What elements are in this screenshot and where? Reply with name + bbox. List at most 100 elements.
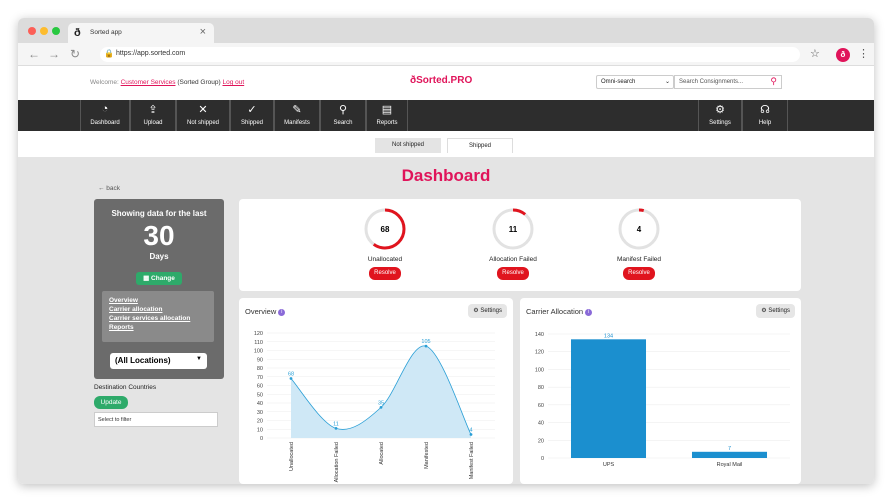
- data-point: [469, 433, 473, 436]
- nav-label: Search: [333, 120, 353, 126]
- link-carrier-allocation[interactable]: Carrier allocation: [109, 305, 207, 314]
- tab-not-shipped[interactable]: Not shipped: [375, 138, 441, 153]
- search-consignments-input[interactable]: Search Consignments... ⚲: [674, 75, 782, 89]
- section-links: Overview Carrier allocation Carrier serv…: [102, 291, 214, 342]
- maximize-window-button[interactable]: [52, 27, 60, 35]
- nav-item-upload[interactable]: ⇪ Upload: [130, 100, 176, 131]
- y-tick-label: 120: [254, 331, 263, 337]
- main-nav: ◔ Dashboard ⇪ Upload ✕ Not shipped ✓ Shipped ✎ Ma…: [18, 100, 874, 131]
- sorted-logo-icon: ð: [74, 27, 81, 39]
- omni-search-select[interactable]: Omni-search ⌄: [596, 75, 674, 89]
- nav-item-help[interactable]: ☊ Help: [742, 100, 788, 131]
- change-button[interactable]: ▦ Change: [136, 272, 182, 285]
- bookmark-star-icon[interactable]: ☆: [810, 47, 820, 60]
- url-text: https://app.sorted.com: [116, 50, 186, 57]
- x-tick-label: Manifested: [424, 442, 430, 469]
- user-link[interactable]: Customer Services: [121, 79, 176, 86]
- nav-label: Settings: [709, 120, 731, 126]
- carrier-allocation-card: Carrier Allocation i ⚙ Settings 0 20 40 60 8…: [520, 298, 801, 484]
- data-point: [334, 426, 338, 430]
- y-tick-label: 80: [257, 366, 263, 372]
- nav-label: Not shipped: [186, 120, 220, 126]
- reports-icon: ▤: [381, 104, 393, 116]
- search-icon[interactable]: ⚲: [770, 76, 777, 87]
- x-tick-label: UPS: [603, 462, 615, 468]
- tab-shipped[interactable]: Shipped: [447, 138, 513, 153]
- area-fill: [291, 345, 471, 438]
- days-unit: Days: [149, 252, 169, 261]
- close-window-button[interactable]: [28, 27, 36, 35]
- x-tick-label: Manifest Failed: [469, 442, 475, 479]
- select-caret-icon: ▼: [196, 356, 202, 362]
- nav-item-settings[interactable]: ⚙ Settings: [698, 100, 742, 131]
- nav-item-reports[interactable]: ▤ Reports: [366, 100, 408, 131]
- y-tick-label: 90: [257, 357, 263, 363]
- logo-text: Sorted.PRO: [416, 75, 473, 86]
- stat-value: 11: [509, 225, 518, 234]
- x-icon: ✕: [198, 104, 208, 116]
- nav-item-manifests[interactable]: ✎ Manifests: [274, 100, 320, 131]
- back-arrow-icon[interactable]: ←: [28, 47, 40, 61]
- destination-countries-label: Destination Countries: [94, 384, 157, 391]
- back-link[interactable]: ← back: [98, 185, 120, 192]
- calendar-icon: ▦: [143, 275, 152, 282]
- y-tick-label: 60: [538, 403, 544, 409]
- stat-label: Unallocated: [367, 256, 403, 263]
- y-tick-label: 110: [254, 340, 263, 346]
- check-icon: ✓: [247, 104, 257, 116]
- url-input[interactable]: 🔒 https://app.sorted.com: [100, 47, 800, 62]
- y-tick-label: 70: [257, 375, 263, 381]
- address-bar-row: ← → ↻ 🔒 https://app.sorted.com ☆ ð ⋮: [18, 43, 874, 66]
- overview-chart: 0 10 20 30 40 50 60 70 80 90 100 110 120 68 Unallocate…: [254, 331, 495, 482]
- nav-item-not-shipped[interactable]: ✕ Not shipped: [176, 100, 230, 131]
- reload-icon[interactable]: ↻: [70, 47, 80, 61]
- showing-data-heading: Showing data for the last: [111, 209, 207, 218]
- y-tick-label: 40: [538, 421, 544, 427]
- logout-link[interactable]: Log out: [222, 79, 244, 86]
- sorted-pro-logo[interactable]: ðSorted.PRO: [410, 75, 472, 86]
- lock-icon: 🔒: [104, 49, 114, 58]
- subtabs: Not shipped Shipped: [18, 131, 874, 157]
- nav-item-dashboard[interactable]: ◔ Dashboard: [80, 100, 130, 131]
- link-reports[interactable]: Reports: [109, 323, 207, 332]
- data-label: 35: [378, 400, 384, 406]
- upload-icon: ⇪: [148, 104, 158, 116]
- browser-tab[interactable]: ð Sorted app ×: [68, 23, 214, 43]
- sorted-extension-icon[interactable]: ð: [836, 48, 850, 62]
- y-tick-label: 50: [257, 392, 263, 398]
- y-tick-label: 20: [257, 419, 263, 425]
- link-overview[interactable]: Overview: [109, 296, 207, 305]
- nav-label: Reports: [376, 120, 398, 126]
- resolve-button[interactable]: Resolve: [623, 267, 655, 280]
- minimize-window-button[interactable]: [40, 27, 48, 35]
- stat-label: Allocation Failed: [489, 256, 537, 263]
- nav-label: Shipped: [240, 120, 264, 126]
- data-point: [424, 344, 428, 348]
- forward-arrow-icon[interactable]: →: [48, 47, 60, 61]
- dashboard-content: Dashboard ← back Showing data for the la…: [18, 157, 874, 484]
- date-range-panel: Showing data for the last 30 Days ▦ Chan…: [94, 199, 224, 379]
- nav-item-search[interactable]: ⚲ Search: [320, 100, 366, 131]
- manifest-icon: ✎: [292, 104, 302, 116]
- data-label: 4: [469, 428, 472, 434]
- browser-window: ð Sorted app × ← → ↻ 🔒 https://app.sorte…: [18, 18, 874, 484]
- link-carrier-services-allocation[interactable]: Carrier services allocation: [109, 314, 207, 323]
- close-tab-icon[interactable]: ×: [200, 26, 206, 38]
- bar: [570, 339, 647, 458]
- nav-item-shipped[interactable]: ✓ Shipped: [230, 100, 274, 131]
- update-button[interactable]: Update: [94, 396, 128, 409]
- welcome-prefix: Welcome:: [90, 79, 119, 86]
- y-tick-label: 20: [538, 438, 544, 444]
- search-icon: ⚲: [338, 104, 348, 116]
- y-tick-label: 100: [254, 349, 263, 355]
- nav-label: Help: [758, 120, 772, 126]
- resolve-button[interactable]: Resolve: [497, 267, 529, 280]
- country-filter-input[interactable]: Select to filter: [94, 412, 218, 427]
- resolve-button[interactable]: Resolve: [369, 267, 401, 280]
- y-tick-label: 30: [257, 410, 263, 416]
- stats-panel: 68 Unallocated Resolve 11 Allocation Failed R…: [239, 199, 801, 291]
- bar: [691, 451, 768, 458]
- browser-menu-icon[interactable]: ⋮: [858, 47, 869, 60]
- location-select[interactable]: (All Locations) ▼: [110, 353, 207, 369]
- progress-ring: 68: [364, 208, 406, 250]
